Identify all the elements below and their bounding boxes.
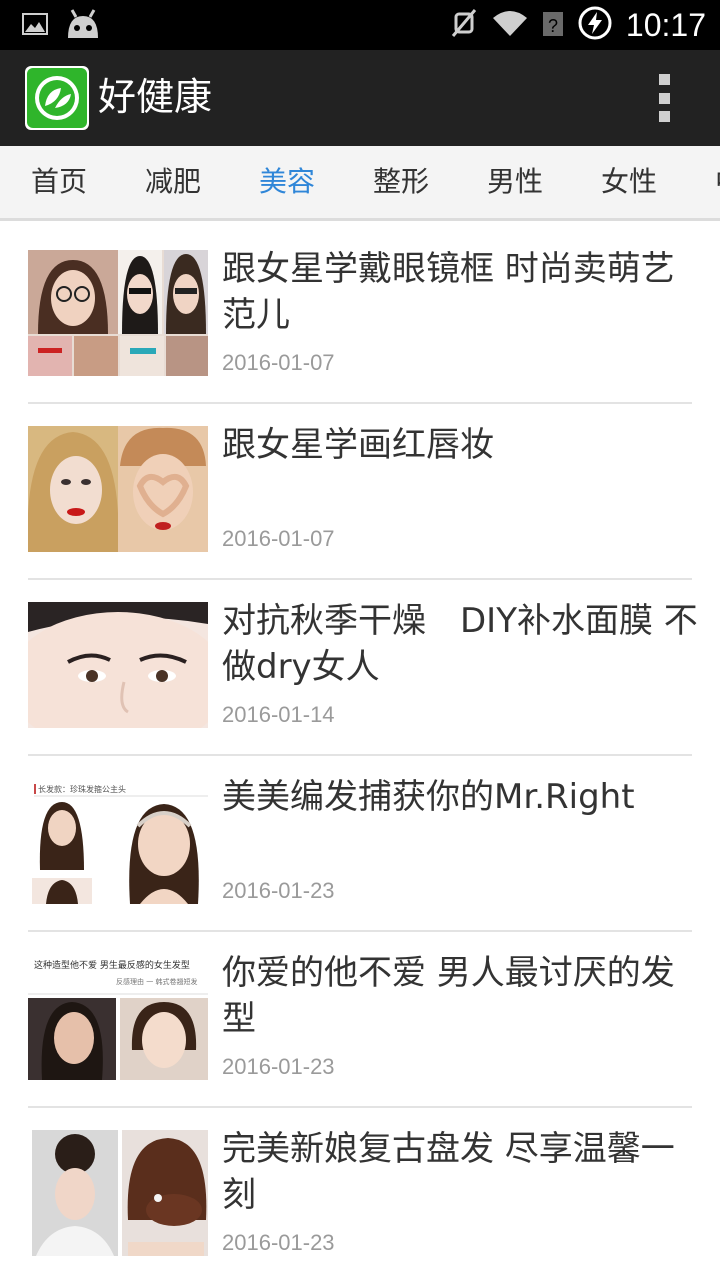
category-tab-bar: 首页 减肥 美容 整形 男性 女性 中 bbox=[0, 146, 720, 221]
tab-more[interactable]: 中 bbox=[715, 162, 720, 202]
article-title: 完美新娘复古盘发 尽享温馨一刻 bbox=[222, 1129, 675, 1215]
wifi-icon bbox=[492, 9, 528, 41]
article-item[interactable]: 这种造型他不爱 男生最反感的女生发型 反感理由 一 韩式卷翘短发 你爱的他不爱 … bbox=[0, 932, 720, 1108]
article-title: 跟女星学画红唇妆 bbox=[222, 425, 494, 465]
article-date: 2016-01-14 bbox=[222, 702, 335, 727]
article-date: 2016-01-23 bbox=[222, 1230, 335, 1255]
article-date: 2016-01-07 bbox=[222, 350, 335, 375]
thumbnail-caption: 这种造型他不爱 男生最反感的女生发型 bbox=[34, 959, 190, 971]
tab-home[interactable]: 首页 bbox=[31, 162, 87, 202]
article-title: 美美编发捕获你的Mr.Right bbox=[222, 777, 635, 817]
mute-icon bbox=[450, 8, 478, 42]
image-icon bbox=[22, 13, 48, 39]
more-vert-icon[interactable] bbox=[646, 74, 682, 122]
android-icon bbox=[64, 8, 102, 44]
article-thumbnail bbox=[28, 602, 208, 728]
article-date: 2016-01-23 bbox=[222, 1054, 335, 1079]
battery-charging-icon bbox=[578, 6, 612, 44]
article-thumbnail: 这种造型他不爱 男生最反感的女生发型 反感理由 一 韩式卷翘短发 bbox=[28, 954, 208, 1080]
article-item[interactable]: 跟女星学画红唇妆 2016-01-07 bbox=[0, 404, 720, 580]
article-thumbnail bbox=[28, 426, 208, 552]
leaf-logo-icon[interactable] bbox=[25, 66, 89, 130]
article-item[interactable]: 跟女星学戴眼镜框 时尚卖萌艺范儿 2016-01-07 bbox=[0, 228, 720, 404]
tab-men[interactable]: 男性 bbox=[487, 162, 543, 202]
thumbnail-subcaption: 反感理由 一 韩式卷翘短发 bbox=[116, 977, 197, 986]
app-bar: 好健康 bbox=[0, 50, 720, 146]
article-date: 2016-01-23 bbox=[222, 878, 335, 903]
svg-text:?: ? bbox=[548, 16, 558, 36]
app-title: 好健康 bbox=[98, 75, 213, 119]
tab-beauty[interactable]: 美容 bbox=[259, 162, 315, 202]
article-item[interactable]: 对抗秋季干燥 DIY补水面膜 不做dry女人 2016-01-14 bbox=[0, 580, 720, 756]
status-time: 10:17 bbox=[625, 7, 706, 43]
article-date: 2016-01-07 bbox=[222, 526, 335, 551]
tab-cosmetic-surgery[interactable]: 整形 bbox=[373, 162, 429, 202]
article-title: 跟女星学戴眼镜框 时尚卖萌艺范儿 bbox=[222, 249, 675, 335]
no-signal-icon: ? bbox=[542, 8, 564, 42]
article-title: 你爱的他不爱 男人最讨厌的发型 bbox=[222, 953, 675, 1039]
article-title: 对抗秋季干燥 DIY补水面膜 不做dry女人 bbox=[222, 601, 698, 687]
article-list: 跟女星学戴眼镜框 时尚卖萌艺范儿 2016-01-07 跟女星学画红唇妆 201… bbox=[0, 228, 720, 1284]
article-thumbnail: 长发款：珍珠发箍公主头 bbox=[28, 778, 208, 904]
status-bar: ? 10:17 bbox=[0, 0, 720, 50]
tab-women[interactable]: 女性 bbox=[601, 162, 657, 202]
article-thumbnail bbox=[28, 1130, 208, 1256]
thumbnail-caption: 长发款：珍珠发箍公主头 bbox=[38, 784, 126, 794]
article-thumbnail bbox=[28, 250, 208, 376]
tab-diet[interactable]: 减肥 bbox=[145, 162, 201, 202]
article-item[interactable]: 完美新娘复古盘发 尽享温馨一刻 2016-01-23 bbox=[0, 1108, 720, 1284]
article-item[interactable]: 长发款：珍珠发箍公主头 美美编发捕获你的Mr.Right 2016-01-23 bbox=[0, 756, 720, 932]
